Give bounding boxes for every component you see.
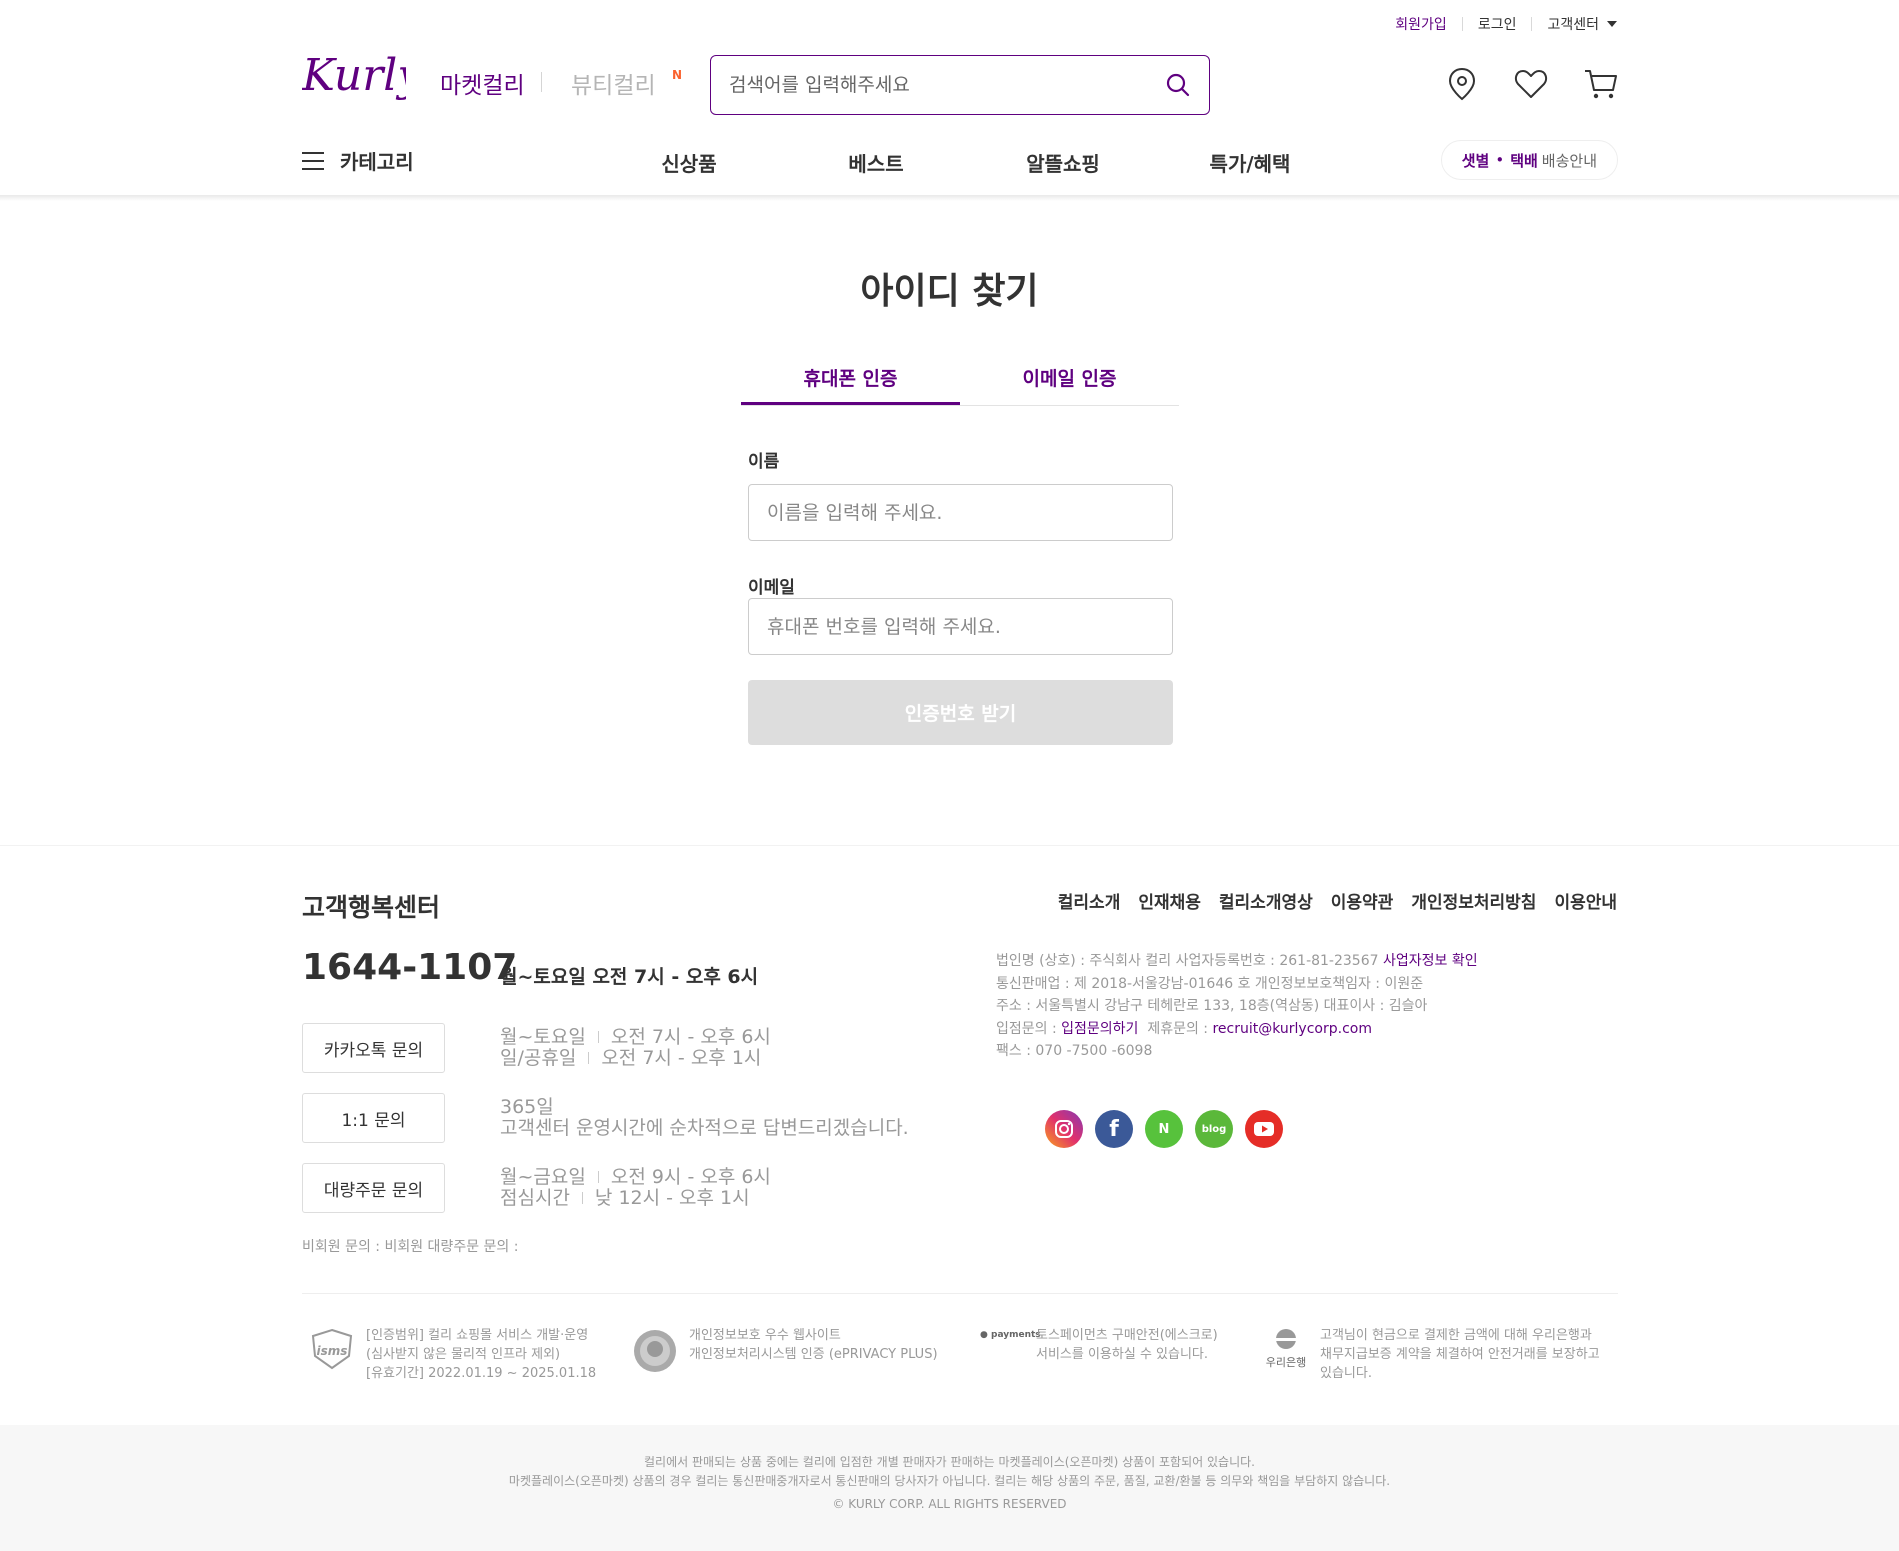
new-badge: N [672, 68, 683, 82]
woori-bank-icon [1276, 1329, 1296, 1349]
toss-payments-logo: ● payments [980, 1330, 1041, 1340]
blog-icon[interactable]: blog [1195, 1110, 1233, 1148]
qna-hours: 365일 고객센터 운영시간에 순차적으로 답변드리겠습니다. [500, 1096, 909, 1139]
isms-cert-icon: isms [311, 1328, 353, 1370]
tab-email-auth[interactable]: 이메일 인증 [960, 358, 1179, 405]
naver-blog-icon[interactable]: N [1145, 1110, 1183, 1148]
bulk-order-hours: 월~금요일 오전 9시 - 오후 6시 점심시간 낮 12시 - 오후 1시 [500, 1166, 771, 1209]
footer-link-about[interactable]: 컬리소개 [1058, 888, 1121, 913]
eprivacy-cert-icon [634, 1330, 676, 1372]
woori-bank-logo: 우리은행 [1263, 1328, 1309, 1370]
cs-phone-hours: 월~토요일 오전 7시 - 오후 6시 [500, 966, 759, 988]
instagram-icon[interactable] [1045, 1110, 1083, 1148]
name-label: 이름 [748, 452, 780, 472]
divider [1461, 17, 1463, 31]
caret-down-icon [1607, 21, 1617, 27]
logo-text: Kurly [302, 50, 406, 101]
kakao-hours: 월~토요일 오전 7시 - 오후 6시 일/공휴일 오전 7시 - 오후 1시 [500, 1026, 771, 1069]
bulk-order-inquiry-button[interactable]: 대량주문 문의 [302, 1163, 445, 1213]
phone-field[interactable] [748, 598, 1173, 655]
isms-cert-text: [인증범위] 컬리 쇼핑몰 서비스 개발·운영 (심사받지 않은 물리적 인프라 … [366, 1328, 597, 1381]
eprivacy-cert-text: 개인정보보호 우수 웹사이트 개인정보처리시스템 인증 (ePRIVACY PLU… [689, 1328, 938, 1362]
divider [1531, 17, 1533, 31]
category-label: 카테고리 [340, 150, 414, 174]
footer-links: 컬리소개 인재채용 컬리소개영상 이용약관 개인정보처리방침 이용안내 [1058, 888, 1617, 913]
customer-center-link[interactable]: 고객센터 [1547, 14, 1617, 34]
woori-bank-text: 고객님이 현금으로 결제한 금액에 대해 우리은행과 채무지급보증 계약을 체결하… [1320, 1328, 1600, 1381]
nav-new-products[interactable]: 신상품 [614, 148, 764, 177]
cart-icon[interactable] [1583, 66, 1619, 102]
footer-link-video[interactable]: 컬리소개영상 [1219, 888, 1313, 913]
nav-best[interactable]: 베스트 [801, 148, 951, 177]
business-info-link[interactable]: 사업자정보 확인 [1383, 953, 1478, 969]
marketplace-notice: 컬리에서 판매되는 상품 중에는 컬리에 입점한 개별 판매자가 판매하는 마켓… [508, 1455, 1391, 1488]
page-title: 아이디 찾기 [860, 271, 1039, 312]
login-link[interactable]: 로그인 [1478, 14, 1517, 34]
footer-divider [0, 845, 1899, 846]
footer-link-careers[interactable]: 인재채용 [1138, 888, 1201, 913]
delivery-parcel: 택배 [1510, 151, 1538, 170]
top-links: 회원가입 로그인 고객센터 [1395, 14, 1617, 34]
search-input[interactable] [729, 74, 1165, 96]
svg-text:isms: isms [317, 1344, 348, 1358]
market-kurly-link[interactable]: 마켓컬리 [440, 66, 525, 100]
search-icon[interactable] [1165, 72, 1191, 98]
nonmember-inquiry: 비회원 문의 : 비회원 대량주문 문의 : [302, 1239, 519, 1255]
nav-special-deals[interactable]: 특가/혜택 [1175, 148, 1325, 177]
copyright: © KURLY CORP. ALL RIGHTS RESERVED [832, 1497, 1067, 1511]
facebook-icon[interactable]: f [1095, 1110, 1133, 1148]
get-verification-code-button[interactable]: 인증번호 받기 [748, 680, 1173, 745]
footer-link-privacy[interactable]: 개인정보처리방침 [1411, 888, 1536, 913]
search-box [710, 55, 1210, 115]
email-label: 이메일 [748, 578, 795, 598]
header-shadow [0, 195, 1899, 201]
kurly-logo[interactable]: Kurly [301, 50, 423, 112]
name-field[interactable] [748, 484, 1173, 541]
cert-divider [302, 1293, 1618, 1294]
location-pin-icon[interactable] [1444, 66, 1480, 102]
heart-icon[interactable] [1513, 66, 1549, 102]
partner-inquiry-link[interactable]: 입점문의하기 [1061, 1021, 1138, 1037]
footer-link-terms[interactable]: 이용약관 [1331, 888, 1394, 913]
beauty-kurly-link[interactable]: 뷰티컬리 [571, 66, 656, 100]
customer-center-label: 고객센터 [1547, 17, 1599, 33]
tab-phone-auth[interactable]: 휴대폰 인증 [741, 358, 960, 405]
divider [541, 72, 542, 92]
kakao-inquiry-button[interactable]: 카카오톡 문의 [302, 1023, 445, 1073]
company-info: 법인명 (상호) : 주식회사 컬리 사업자등록번호 : 261-81-2356… [996, 953, 1478, 1059]
youtube-icon[interactable] [1245, 1110, 1283, 1148]
delivery-info-label: 배송안내 [1541, 151, 1597, 170]
toss-escrow-text: 토스페이먼츠 구매안전(에스크로) 서비스를 이용하실 수 있습니다. [1036, 1328, 1218, 1362]
one-to-one-inquiry-button[interactable]: 1:1 문의 [302, 1093, 445, 1143]
cs-phone-number: 1644-1107 [302, 947, 518, 988]
customer-service-title: 고객행복센터 [302, 893, 441, 922]
category-menu[interactable]: 카테고리 [302, 146, 414, 175]
main-nav: 카테고리 신상품 베스트 알뜰쇼핑 특가/혜택 샛별 • 택배 배송안내 [302, 140, 1618, 180]
nav-bargain[interactable]: 알뜰쇼핑 [988, 148, 1138, 177]
hamburger-icon [302, 151, 324, 170]
delivery-info-button[interactable]: 샛별 • 택배 배송안내 [1440, 140, 1618, 180]
auth-tabs: 휴대폰 인증 이메일 인증 [741, 358, 1179, 406]
recruit-email-link[interactable]: recruit@kurlycorp.com [1212, 1021, 1372, 1037]
join-link[interactable]: 회원가입 [1395, 14, 1447, 34]
dot-separator: • [1495, 151, 1505, 169]
footer-link-guide[interactable]: 이용안내 [1554, 888, 1617, 913]
delivery-dawn: 샛별 [1461, 151, 1490, 170]
